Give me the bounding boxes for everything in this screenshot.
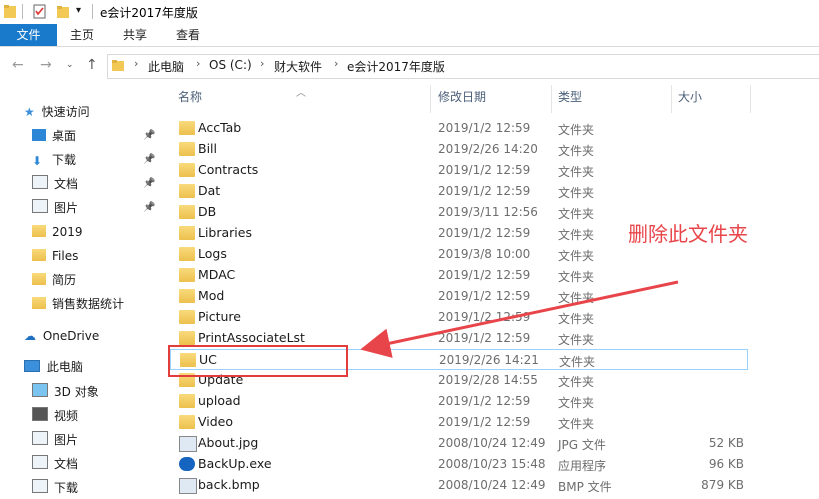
annotation-text: 删除此文件夹 <box>628 222 748 246</box>
